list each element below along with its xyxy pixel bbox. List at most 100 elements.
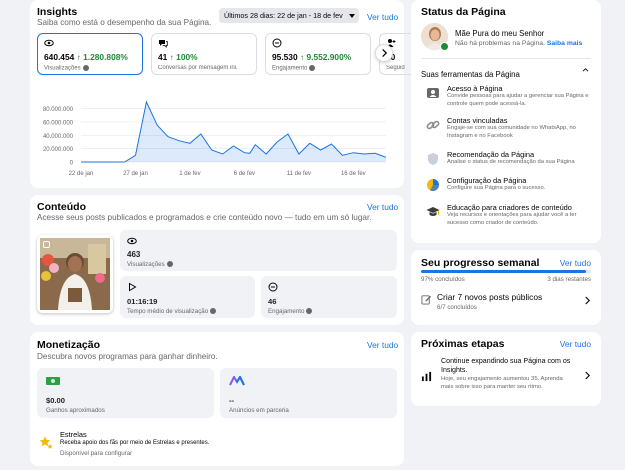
chevron-up-icon — [582, 68, 589, 72]
weekly-progress-card: Seu progresso semanal Ver tudo 97% concl… — [411, 250, 601, 325]
stars-availability: Disponível para configurar — [60, 450, 133, 457]
x-tick-label: 1 de fev — [179, 171, 200, 177]
date-range-dropdown[interactable]: Últimos 28 dias: 22 de jan - 18 de fev — [219, 8, 359, 23]
metric-engagement-change: ↑ 9.552.900% — [299, 52, 352, 62]
y-tick-label: 80.000.000 — [43, 107, 74, 113]
partnership-ads-icon — [229, 376, 245, 386]
metric-conversations-label: Conversas por mensagem ini. — [158, 65, 238, 71]
eye-icon — [44, 39, 54, 47]
tool-page-setup[interactable]: Configuração da Página Configure sua Pág… — [426, 176, 596, 196]
weekly-task-title: Criar 7 novos posts públicos — [437, 292, 543, 302]
weekly-task-progress: 6/7 concluídos — [437, 304, 477, 311]
info-icon — [82, 65, 89, 71]
shield-icon — [428, 153, 438, 165]
page-status-text: Não há problemas na Página. — [455, 40, 545, 47]
info-icon — [210, 308, 217, 315]
metrics-next-button[interactable] — [375, 44, 393, 62]
metric-engagement-value: 95.530 — [272, 52, 298, 62]
y-tick-label: 60.000.000 — [43, 121, 74, 127]
tool-title: Contas vinculadas — [447, 116, 508, 125]
content-views-box: 463 Visualizações — [120, 230, 397, 271]
weekly-task-row[interactable]: Criar 7 novos posts públicos 6/7 concluí… — [421, 291, 593, 315]
insights-subtitle: Saiba como está o desempenho da sua Pági… — [37, 18, 212, 27]
weekly-progress-bar — [421, 270, 591, 273]
metric-engagement-label: Engajamento — [272, 65, 308, 72]
tool-linked-accounts[interactable]: Contas vinculadas Engaje-se com sua comu… — [426, 116, 596, 142]
content-time-box: 01:16:19 Tempo médio de visualização — [120, 276, 255, 318]
info-icon — [306, 308, 313, 315]
monetization-title: Monetização — [37, 339, 101, 351]
stars-desc: Receba apoio dos fãs por meio de Estrela… — [60, 440, 210, 446]
stars-icon — [39, 436, 53, 449]
page-status-title: Status da Página — [421, 6, 506, 18]
edit-post-icon — [421, 295, 432, 305]
info-icon — [166, 261, 173, 268]
weekly-days-left: 3 dias restantes — [547, 276, 591, 283]
y-tick-label: 0 — [70, 161, 74, 167]
tool-title: Configuração da Página — [447, 176, 527, 185]
earnings-value: $0.00 — [46, 396, 66, 405]
date-range-label: Últimos 28 dias: 22 de jan - 18 de fev — [224, 11, 343, 20]
post-thumbnail[interactable] — [37, 235, 113, 313]
stars-row[interactable]: Estrelas Receba apoio dos fãs por meio d… — [37, 430, 397, 460]
chevron-right-icon — [585, 296, 591, 305]
insights-see-all[interactable]: Ver tudo — [367, 12, 398, 22]
tool-desc: Analise o status de recomendação da sua … — [447, 159, 575, 165]
weekly-title: Seu progresso semanal — [421, 257, 540, 269]
metric-followers-label: Seguid — [386, 65, 405, 71]
weekly-percent: 97% concluídos — [421, 276, 465, 283]
metric-engagement[interactable]: 95.530 ↑ 9.552.900% Engajamento — [265, 33, 371, 75]
tool-title: Educação para criadores de conteúdo — [447, 203, 572, 212]
x-tick-label: 16 de fev — [341, 171, 366, 177]
metric-views[interactable]: 640.454 ↑ 1.280.808% Visualizações — [37, 33, 143, 75]
tool-creator-education[interactable]: Educação para criadores de conteúdo Veja… — [426, 203, 596, 229]
partner-ads-box[interactable]: -- Anúncios em parceria — [220, 368, 397, 418]
content-title: Conteúdo — [37, 201, 86, 213]
monetization-subtitle: Descubra novos programas para ganhar din… — [37, 352, 218, 361]
link-icon — [426, 120, 440, 130]
content-engagement-value: 46 — [268, 297, 277, 306]
next-step-item[interactable]: Continue expandindo sua Página com os In… — [421, 357, 593, 397]
content-views-label: Visualizações — [127, 261, 165, 268]
x-tick-label: 27 de jan — [123, 171, 148, 177]
metric-conversations-value: 41 — [158, 52, 168, 62]
page-name[interactable]: Mãe Pura do meu Senhor — [455, 29, 544, 38]
views-area-chart: 80.000.000 60.000.000 40.000.000 20.000.000… — [43, 100, 387, 177]
earnings-box[interactable]: $0.00 Ganhos aproximados — [37, 368, 214, 418]
tool-desc: Configure sua Página para o sucesso. — [447, 185, 546, 191]
metric-conversations[interactable]: 41 ↑ 100% Conversas por mensagem ini. — [151, 33, 257, 75]
money-icon — [46, 377, 60, 385]
content-card: Conteúdo Acesse seus posts publicados e … — [30, 195, 404, 325]
monetization-see-all[interactable]: Ver tudo — [367, 340, 398, 350]
y-tick-label: 20.000.000 — [43, 147, 74, 153]
partner-ads-label: Anúncios em parceria — [229, 407, 289, 414]
metric-views-value: 640.454 — [44, 52, 75, 62]
next-steps-title: Próximas etapas — [421, 338, 505, 350]
tool-page-access[interactable]: Acesso à Página Convide pessoas para aju… — [426, 84, 596, 110]
weekly-progress-fill — [421, 270, 586, 273]
tool-desc: Engaje-se com sua comunidade no WhatsApp… — [447, 125, 576, 139]
learn-more-link[interactable]: Saiba mais — [547, 40, 583, 47]
divider — [421, 58, 591, 59]
chevron-right-icon — [382, 49, 388, 57]
next-steps-see-all[interactable]: Ver tudo — [560, 339, 591, 349]
content-engagement-box: 46 Engajamento — [261, 276, 397, 318]
weekly-see-all[interactable]: Ver tudo — [560, 258, 591, 268]
info-icon — [309, 65, 316, 71]
chevron-right-icon — [585, 371, 591, 380]
tools-header[interactable]: Suas ferramentas da Página — [421, 64, 591, 79]
verified-check-icon — [440, 42, 449, 55]
tool-title: Recomendação da Página — [447, 150, 535, 159]
tool-title: Acesso à Página — [447, 84, 503, 93]
play-icon — [129, 282, 137, 292]
content-views-value: 463 — [127, 250, 141, 259]
pie-chart-icon — [427, 179, 439, 192]
monetization-card: Monetização Descubra novos programas par… — [30, 332, 404, 466]
content-see-all[interactable]: Ver tudo — [367, 202, 398, 212]
tool-desc: Convide pessoas para ajudar a gerenciar … — [447, 93, 589, 107]
engagement-icon — [272, 38, 282, 48]
tool-page-recommendation[interactable]: Recomendação da Página Analise o status … — [426, 150, 596, 170]
earnings-label: Ganhos aproximados — [46, 407, 105, 414]
metric-views-label: Visualizações — [44, 65, 81, 72]
next-step-title: Continue expandindo sua Página com os In… — [441, 357, 571, 374]
